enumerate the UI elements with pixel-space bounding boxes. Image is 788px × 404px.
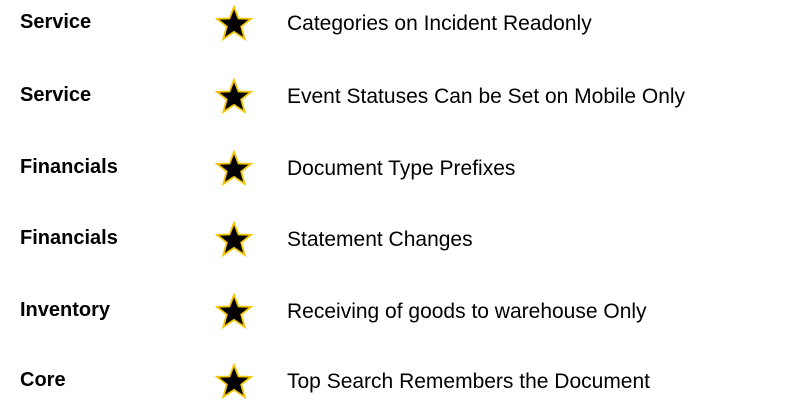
feature-text: Categories on Incident Readonly [287,12,592,35]
feature-row: Service Categories on Incident Readonly [0,2,788,46]
module-label: Service [20,11,92,33]
feature-text: Event Statuses Can be Set on Mobile Only [287,85,686,108]
module-label: Financials [20,227,118,249]
feature-row: Inventory Receiving of goods to warehous… [0,290,788,334]
feature-row: Financials Document Type Prefixes [0,147,788,191]
star-icon [215,293,253,329]
star-icon [215,221,253,257]
feature-row: Service Event Statuses Can be Set on Mob… [0,75,788,119]
star-icon [215,363,253,399]
feature-row: Financials Statement Changes [0,218,788,262]
feature-list: Service Categories on Incident Readonly … [0,0,788,404]
star-icon [215,150,253,186]
feature-text: Receiving of goods to warehouse Only [287,300,647,323]
feature-text: Top Search Remembers the Document [287,370,650,393]
feature-text: Statement Changes [287,228,473,251]
feature-row: Core Top Search Remembers the Document [0,360,788,404]
module-label: Core [20,369,66,391]
feature-text: Document Type Prefixes [287,157,516,180]
star-icon [215,5,253,41]
module-label: Financials [20,156,118,178]
module-label: Service [20,84,92,106]
module-label: Inventory [20,299,111,321]
star-icon [215,78,253,114]
